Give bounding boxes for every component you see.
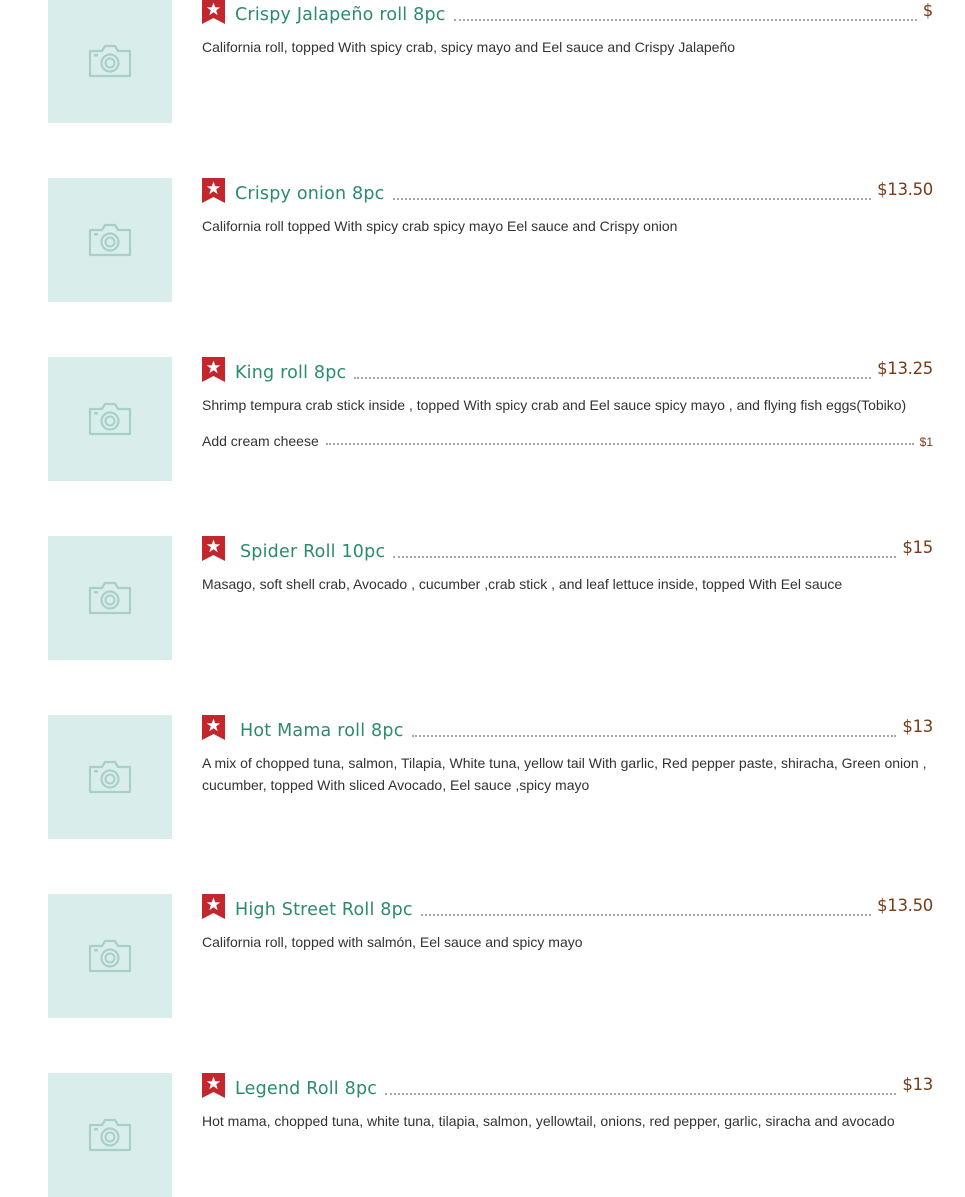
- item-title-row: High Street Roll 8pc $13.50: [202, 894, 933, 922]
- item-name: Spider Roll 10pc: [240, 542, 386, 562]
- dot-leader: [411, 735, 897, 737]
- item-title-row: Spider Roll 10pc $15: [202, 536, 933, 564]
- camera-icon: [88, 760, 132, 794]
- item-title-row: King roll 8pc $13.25: [202, 357, 933, 385]
- camera-icon: [88, 939, 132, 973]
- addon-row: Add cream cheese $1: [202, 433, 933, 449]
- item-price: $13: [902, 1075, 933, 1094]
- item-description: A mix of chopped tuna, salmon, Tilapia, …: [202, 755, 927, 793]
- dot-leader: [325, 443, 914, 445]
- item-description: California roll, topped With spicy crab,…: [202, 39, 736, 55]
- camera-icon: [88, 581, 132, 615]
- item-body: Spider Roll 10pc $15 Masago, soft shell …: [202, 536, 933, 595]
- item-price: $15: [902, 538, 933, 557]
- item-price: $13.25: [877, 359, 933, 378]
- item-description: Shrimp tempura crab stick inside , toppe…: [202, 397, 907, 413]
- menu-item[interactable]: Crispy onion 8pc $13.50 California roll …: [0, 105, 965, 302]
- star-badge-icon: [202, 536, 225, 561]
- menu-item[interactable]: Hot Mama roll 8pc $13 A mix of chopped t…: [0, 642, 965, 839]
- dot-leader: [393, 556, 897, 558]
- camera-icon: [88, 223, 132, 257]
- dot-leader: [392, 198, 872, 200]
- item-title-row: Crispy onion 8pc $13.50: [202, 178, 933, 206]
- star-badge-icon: [202, 1073, 225, 1098]
- menu-item[interactable]: Spider Roll 10pc $15 Masago, soft shell …: [0, 463, 965, 660]
- item-name: Legend Roll 8pc: [235, 1079, 378, 1099]
- item-name: High Street Roll 8pc: [235, 900, 413, 920]
- dot-leader: [354, 377, 872, 379]
- star-badge-icon: [202, 178, 225, 203]
- addon-label: Add cream cheese: [202, 433, 319, 449]
- item-price: $13: [902, 717, 933, 736]
- item-photo-placeholder[interactable]: [48, 1073, 172, 1197]
- item-price: $: [922, 1, 934, 20]
- item-body: Hot Mama roll 8pc $13 A mix of chopped t…: [202, 715, 933, 796]
- camera-icon: [88, 44, 132, 78]
- menu-item[interactable]: King roll 8pc $13.25 Shrimp tempura crab…: [0, 284, 965, 481]
- camera-icon: [88, 1118, 132, 1152]
- item-title-row: Crispy Jalapeño roll 8pc $: [202, 0, 933, 27]
- dot-leader: [453, 19, 917, 21]
- item-price: $13.50: [877, 180, 933, 199]
- star-badge-icon: [202, 0, 225, 24]
- item-name: Crispy Jalapeño roll 8pc: [235, 5, 446, 25]
- menu-item[interactable]: Legend Roll 8pc $13 Hot mama, chopped tu…: [0, 1000, 965, 1197]
- item-body: High Street Roll 8pc $13.50 California r…: [202, 894, 933, 953]
- star-badge-icon: [202, 894, 225, 919]
- dot-leader: [420, 914, 872, 916]
- star-badge-icon: [202, 357, 225, 382]
- menu-item[interactable]: Crispy Jalapeño roll 8pc $ California ro…: [0, 0, 965, 123]
- menu-item[interactable]: High Street Roll 8pc $13.50 California r…: [0, 821, 965, 1018]
- item-name: King roll 8pc: [235, 363, 347, 383]
- item-description: Hot mama, chopped tuna, white tuna, tila…: [202, 1113, 895, 1129]
- item-body: Crispy onion 8pc $13.50 California roll …: [202, 178, 933, 237]
- item-name: Hot Mama roll 8pc: [240, 721, 404, 741]
- item-description: California roll topped With spicy crab s…: [202, 218, 678, 234]
- item-price: $13.50: [877, 896, 933, 915]
- item-title-row: Legend Roll 8pc $13: [202, 1073, 933, 1101]
- item-body: King roll 8pc $13.25 Shrimp tempura crab…: [202, 357, 933, 449]
- camera-icon: [88, 402, 132, 436]
- item-description: Masago, soft shell crab, Avocado , cucum…: [202, 576, 843, 592]
- item-description: California roll, topped with salmón, Eel…: [202, 934, 583, 950]
- addon-price: $1: [919, 435, 933, 449]
- item-name: Crispy onion 8pc: [235, 184, 385, 204]
- dot-leader: [385, 1093, 897, 1095]
- menu-list: Crispy Jalapeño roll 8pc $ California ro…: [0, 0, 965, 1197]
- star-badge-icon: [202, 715, 225, 740]
- item-title-row: Hot Mama roll 8pc $13: [202, 715, 933, 743]
- item-body: Crispy Jalapeño roll 8pc $ California ro…: [202, 0, 933, 58]
- item-body: Legend Roll 8pc $13 Hot mama, chopped tu…: [202, 1073, 933, 1132]
